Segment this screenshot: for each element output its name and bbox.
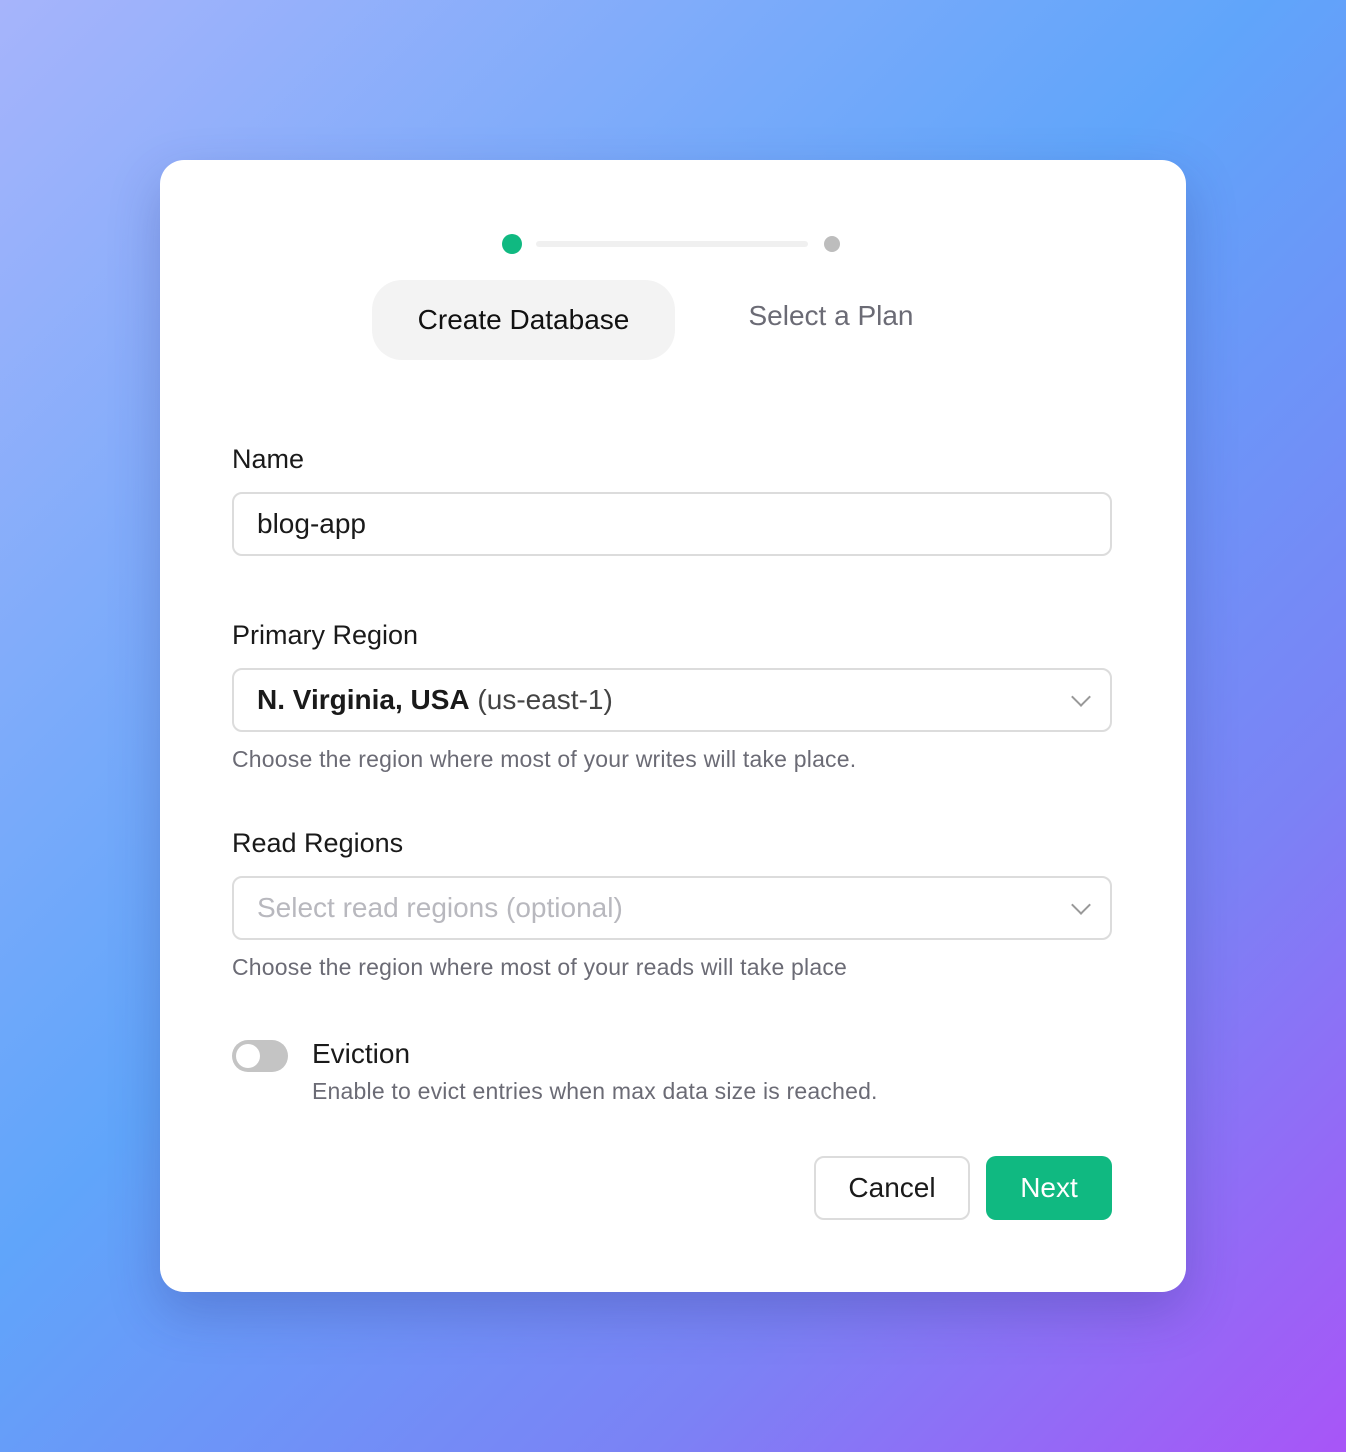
create-database-dialog: Create Database Select a Plan Name blog-… <box>160 160 1186 1292</box>
eviction-label: Eviction <box>312 1038 411 1069</box>
eviction-help: Enable to evict entries when max data si… <box>312 1078 878 1104</box>
read-regions-placeholder: Select read regions (optional) <box>257 892 623 923</box>
primary-region-help: Choose the region where most of your wri… <box>232 746 857 772</box>
read-regions-label: Read Regions <box>232 828 404 858</box>
next-button[interactable]: Next <box>986 1156 1112 1220</box>
read-regions-select[interactable]: Select read regions (optional) <box>232 876 1112 940</box>
primary-region-label: Primary Region <box>232 620 419 650</box>
chevron-down-icon <box>1071 895 1091 915</box>
primary-region-name: N. Virginia, USA <box>257 684 470 715</box>
name-input[interactable]: blog-app <box>232 492 1112 556</box>
primary-region-code: (us-east-1) <box>477 684 613 715</box>
name-value: blog-app <box>257 508 366 539</box>
name-label: Name <box>232 444 305 474</box>
primary-region-select[interactable]: N. Virginia, USA (us-east-1) <box>232 668 1112 732</box>
tab-select-plan[interactable]: Select a Plan <box>720 276 942 356</box>
step-2-indicator <box>824 236 840 252</box>
stepper-progress-line <box>536 241 808 247</box>
cancel-button[interactable]: Cancel <box>814 1156 970 1220</box>
toggle-knob <box>236 1044 260 1068</box>
step-1-indicator <box>502 234 522 254</box>
eviction-toggle[interactable] <box>232 1040 288 1072</box>
read-regions-help: Choose the region where most of your rea… <box>232 954 848 980</box>
chevron-down-icon <box>1071 687 1091 707</box>
tab-create-database[interactable]: Create Database <box>372 280 675 360</box>
